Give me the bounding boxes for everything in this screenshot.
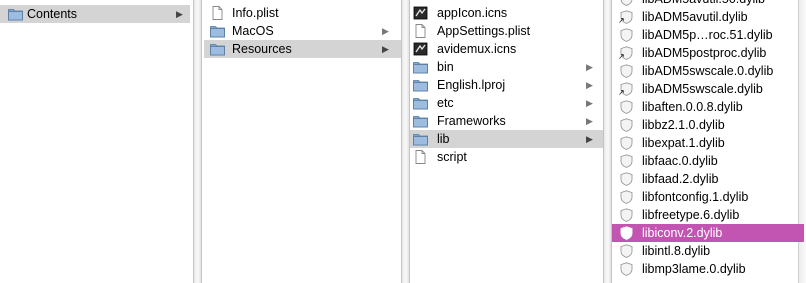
item-label: Frameworks — [437, 114, 506, 128]
item-label: etc — [437, 96, 454, 110]
item-label: libfontconfig.1.dylib — [642, 190, 749, 204]
file-item[interactable]: libmp3lame.0.dylib — [612, 260, 804, 278]
file-item[interactable]: libADM5p…roc.51.dylib — [612, 26, 804, 44]
file-item[interactable]: libADM5swscale.0.dylib — [612, 62, 804, 80]
disclosure-arrow-icon: ▶ — [176, 9, 183, 19]
item-label: libADM5swscale.dylib — [642, 82, 763, 96]
file-item[interactable]: libfreetype.6.dylib — [612, 206, 804, 224]
item-label: script — [437, 150, 467, 164]
file-item[interactable]: libfaad.2.dylib — [612, 170, 804, 188]
folder-item[interactable]: Frameworks ▶ — [410, 112, 603, 130]
item-label: libfreetype.6.dylib — [642, 208, 740, 222]
file-item[interactable]: avidemux.icns — [410, 40, 603, 58]
item-label: libintl.8.dylib — [642, 244, 711, 258]
file-item[interactable]: ↗ libADM5postproc.dylib — [612, 44, 804, 62]
file-item[interactable]: libfontconfig.1.dylib — [612, 188, 804, 206]
file-item[interactable]: ↗ libADM5avutil.dylib — [612, 8, 804, 26]
item-label: libfaac.0.dylib — [642, 154, 718, 168]
column-divider-2[interactable] — [401, 0, 410, 283]
file-item[interactable]: ↗ libADM5swscale.dylib — [612, 80, 804, 98]
alias-arrow-icon: ↗ — [618, 88, 625, 97]
folder-item[interactable]: Contents ▶ — [0, 5, 190, 23]
item-label: libADM5p…roc.51.dylib — [642, 28, 773, 42]
folder-item[interactable]: English.lproj ▶ — [410, 76, 603, 94]
folder-item[interactable]: MacOS ▶ — [204, 22, 401, 40]
item-label: lib — [437, 132, 450, 146]
file-item[interactable]: libbz2.1.0.dylib — [612, 116, 804, 134]
disclosure-arrow-icon: ▶ — [586, 80, 593, 90]
item-label: avidemux.icns — [437, 42, 517, 56]
item-label: libbz2.1.0.dylib — [642, 118, 725, 132]
disclosure-arrow-icon: ▶ — [586, 98, 593, 108]
column-2[interactable]: Info.plist MacOS ▶ Resources ▶ — [204, 0, 401, 283]
file-item[interactable]: Info.plist — [204, 4, 401, 22]
item-label: bin — [437, 60, 454, 74]
column-3[interactable]: appIcon.icns AppSettings.plist avidemux.ic… — [410, 0, 603, 283]
disclosure-arrow-icon: ▶ — [382, 26, 389, 36]
folder-item[interactable]: lib ▶ — [410, 130, 603, 148]
folder-item[interactable]: bin ▶ — [410, 58, 603, 76]
item-label: libiconv.2.dylib — [642, 226, 723, 240]
file-item[interactable]: libfaac.0.dylib — [612, 152, 804, 170]
alias-arrow-icon: ↗ — [618, 16, 625, 25]
alias-arrow-icon: ↗ — [618, 52, 625, 61]
disclosure-arrow-icon: ▶ — [586, 134, 593, 144]
item-label: libaften.0.0.8.dylib — [642, 100, 743, 114]
item-label: appIcon.icns — [437, 6, 508, 20]
item-label: AppSettings.plist — [437, 24, 531, 38]
file-item[interactable]: script — [410, 148, 603, 166]
file-item[interactable]: appIcon.icns — [410, 4, 603, 22]
column-1[interactable]: Contents ▶ — [0, 0, 190, 283]
file-item[interactable]: libiconv.2.dylib — [612, 224, 804, 242]
item-label: libADM5avutil.dylib — [642, 10, 748, 24]
file-item[interactable]: libaften.0.0.8.dylib — [612, 98, 804, 116]
item-label: libexpat.1.dylib — [642, 136, 725, 150]
item-label: libADM5swscale.0.dylib — [642, 64, 774, 78]
disclosure-arrow-icon: ▶ — [382, 44, 389, 54]
item-label: MacOS — [232, 24, 274, 38]
file-item[interactable]: libintl.8.dylib — [612, 242, 804, 260]
item-label: libfaad.2.dylib — [642, 172, 719, 186]
item-label: libmp3lame.0.dylib — [642, 262, 746, 276]
item-label: English.lproj — [437, 78, 506, 92]
item-label: Contents — [27, 7, 78, 21]
column-divider-3[interactable] — [603, 0, 612, 283]
item-label: Resources — [232, 42, 292, 56]
folder-item[interactable]: etc ▶ — [410, 94, 603, 112]
item-label: libADM5avutil.50.dylib — [642, 0, 765, 8]
file-item[interactable]: libADM5avutil.50.dylib — [612, 0, 804, 8]
disclosure-arrow-icon: ▶ — [586, 62, 593, 72]
folder-item[interactable]: Resources ▶ — [204, 40, 401, 58]
disclosure-arrow-icon: ▶ — [586, 116, 593, 126]
file-item[interactable]: AppSettings.plist — [410, 22, 603, 40]
file-item[interactable]: libexpat.1.dylib — [612, 134, 804, 152]
item-label: Info.plist — [232, 6, 279, 20]
item-label: libADM5postproc.dylib — [642, 46, 767, 60]
column-4[interactable]: libADM5avutil.50.dylib ↗ libADM5avutil.dyl… — [612, 0, 806, 283]
column-divider-1[interactable] — [193, 0, 202, 283]
